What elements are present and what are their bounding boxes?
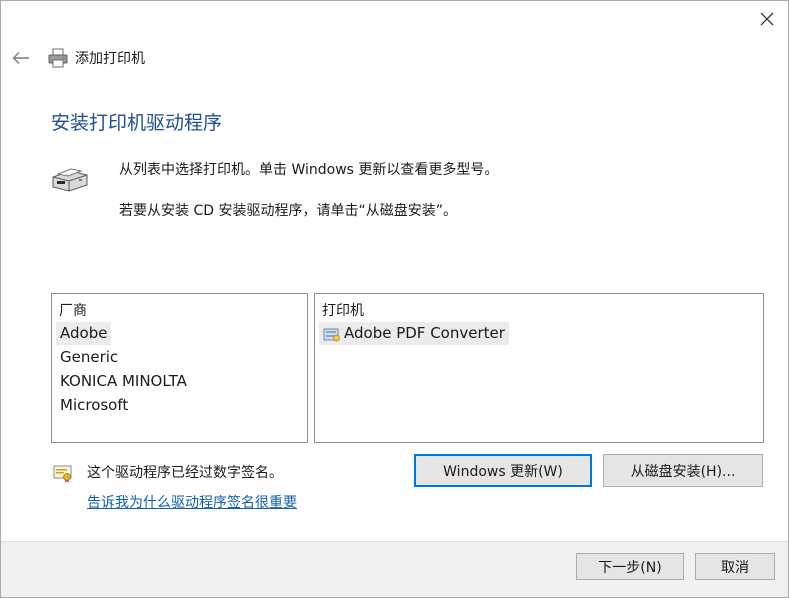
manufacturer-item-generic[interactable]: Generic [56, 346, 122, 369]
close-icon [760, 12, 774, 26]
have-disk-button[interactable]: 从磁盘安装(H)... [603, 454, 763, 487]
next-button[interactable]: 下一步(N) [576, 553, 684, 580]
back-button[interactable] [7, 45, 35, 71]
printer-driver-icon [323, 328, 340, 341]
back-arrow-icon [12, 52, 29, 64]
printer-list-header: 打印机 [322, 303, 364, 319]
signature-status-text: 这个驱动程序已经过数字签名。 [87, 465, 283, 481]
printer-item-adobe-pdf-converter[interactable]: Adobe PDF Converter [319, 322, 509, 345]
cancel-button[interactable]: 取消 [695, 553, 775, 580]
printer-icon [48, 48, 68, 68]
close-button[interactable] [753, 5, 781, 33]
add-printer-dialog: 添加打印机 安装打印机驱动程序 从列表中选择打印机。单击 Windows 更新以… [0, 0, 789, 598]
printer-icon [52, 168, 88, 192]
manufacturer-item-konica-minolta[interactable]: KONICA MINOLTA [56, 370, 191, 393]
manufacturer-list-header: 厂商 [59, 303, 87, 319]
description-line-2: 若要从安装 CD 安装驱动程序，请单击“从磁盘安装”。 [119, 203, 457, 219]
certificate-icon [53, 465, 72, 483]
printer-item-label: Adobe PDF Converter [344, 324, 505, 342]
description-line-1: 从列表中选择打印机。单击 Windows 更新以查看更多型号。 [119, 162, 499, 178]
manufacturer-item-microsoft[interactable]: Microsoft [56, 394, 132, 417]
driver-signing-info-link[interactable]: 告诉我为什么驱动程序签名很重要 [87, 492, 297, 512]
dialog-footer: 下一步(N) 取消 [1, 541, 788, 597]
page-heading: 安装打印机驱动程序 [51, 112, 223, 134]
manufacturer-list[interactable]: 厂商 Adobe Generic KONICA MINOLTA Microsof… [51, 293, 308, 443]
printer-list[interactable]: 打印机 Adobe PDF Converter [314, 293, 764, 443]
wizard-title: 添加打印机 [75, 51, 145, 67]
manufacturer-item-adobe[interactable]: Adobe [56, 322, 112, 345]
windows-update-button[interactable]: Windows 更新(W) [414, 454, 592, 487]
